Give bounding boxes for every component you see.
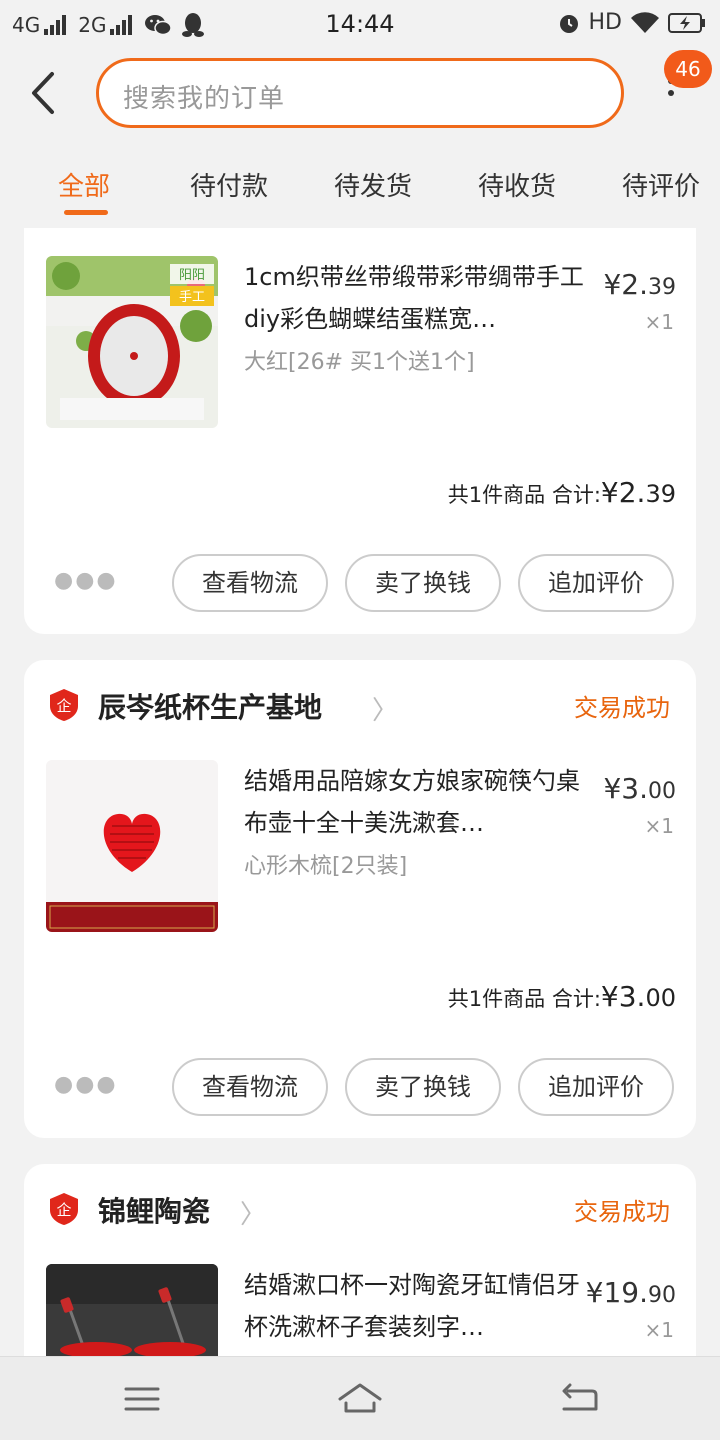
product-price: ¥2.39 [603, 268, 676, 301]
back-icon[interactable] [556, 1379, 604, 1419]
ribbon-product-image: 阳阳 手工 [46, 256, 218, 428]
shop-name[interactable]: 锦鲤陶瓷 [98, 1190, 210, 1230]
product-price: ¥3.00 [603, 772, 676, 805]
wifi-icon [631, 11, 659, 33]
product-quantity: ×1 [644, 1318, 674, 1342]
system-navigation-bar [0, 1356, 720, 1440]
tab-pending-review[interactable]: 待评价 [622, 166, 700, 203]
shop-row[interactable]: 企 辰岑纸杯生产基地 〉 交易成功 [24, 660, 696, 748]
cup-product-image [46, 1264, 218, 1356]
order-summary: 共1件商品 合计:¥3.00 [447, 980, 676, 1013]
product-title[interactable]: 结婚用品陪嫁女方娘家碗筷勺桌布壶十全十美洗漱套… [244, 760, 584, 844]
tab-pending-payment[interactable]: 待付款 [190, 166, 268, 203]
svg-text:手工: 手工 [179, 290, 205, 305]
enterprise-shop-icon: 企 [50, 1193, 78, 1225]
back-arrow-icon[interactable] [22, 68, 68, 118]
order-summary: 共1件商品 合计:¥2.39 [447, 476, 676, 509]
enterprise-shop-icon: 企 [50, 689, 78, 721]
view-logistics-button[interactable]: 查看物流 [172, 554, 328, 612]
product-thumbnail[interactable] [46, 1264, 218, 1356]
view-logistics-button[interactable]: 查看物流 [172, 1058, 328, 1116]
battery-charging-icon [668, 12, 705, 33]
product-spec: 大红[26# 买1个送1个] [244, 350, 475, 375]
more-actions-button[interactable]: ●●● [54, 1072, 118, 1097]
search-placeholder: 搜索我的订单 [123, 84, 286, 114]
sell-button[interactable]: 卖了换钱 [345, 554, 501, 612]
alarm-icon [559, 14, 578, 33]
product-title[interactable]: 1cm织带丝带缎带彩带绸带手工diy彩色蝴蝶结蛋糕宽… [244, 256, 584, 340]
sell-button[interactable]: 卖了换钱 [345, 1058, 501, 1116]
menu-icon[interactable] [118, 1379, 166, 1419]
shop-name[interactable]: 辰岑纸杯生产基地 [98, 686, 322, 726]
product-price: ¥19.90 [585, 1276, 676, 1309]
order-status: 交易成功 [574, 1198, 670, 1226]
product-thumbnail[interactable] [46, 760, 218, 932]
status-bar: 4G 2G 14:44 HD [0, 0, 720, 50]
product-title[interactable]: 结婚漱口杯一对陶瓷牙缸情侣牙杯洗漱杯子套装刻字… [244, 1264, 584, 1348]
order-card[interactable]: 企 锦鲤陶瓷 〉 交易成功 结婚漱口杯一对陶瓷牙缸情侣牙杯洗漱杯子套装刻字… ¥… [24, 1164, 696, 1356]
chevron-right-icon: 〉 [240, 1200, 267, 1230]
svg-text:企: 企 [56, 697, 71, 715]
tab-pending-shipment[interactable]: 待发货 [334, 166, 412, 203]
product-thumbnail[interactable]: 阳阳 手工 [46, 256, 218, 428]
order-card[interactable]: 企 辰岑纸杯生产基地 〉 交易成功 结婚用品陪嫁女方娘家碗筷勺桌布壶十全十美洗漱… [24, 660, 696, 1138]
active-tab-indicator [64, 210, 108, 215]
order-tabs: 全部 待付款 待发货 待收货 待评价 [0, 160, 720, 220]
more-dot-icon [668, 90, 674, 96]
add-review-button[interactable]: 追加评价 [518, 1058, 674, 1116]
home-icon[interactable] [336, 1379, 384, 1419]
product-spec: 心形木梳[2只装] [244, 854, 408, 879]
more-actions-button[interactable]: ●●● [54, 568, 118, 593]
comb-product-image [46, 760, 218, 932]
shop-row[interactable]: 企 锦鲤陶瓷 〉 交易成功 [24, 1164, 696, 1252]
order-status: 交易成功 [574, 694, 670, 722]
message-count-badge: 46 [664, 50, 712, 88]
product-quantity: ×1 [644, 310, 674, 334]
svg-text:企: 企 [56, 1201, 71, 1219]
status-right: HD [557, 10, 706, 35]
search-input[interactable]: 搜索我的订单 [96, 58, 624, 128]
tab-pending-receipt[interactable]: 待收货 [478, 166, 556, 203]
tab-all[interactable]: 全部 [58, 166, 110, 203]
hd-label: HD [588, 10, 622, 35]
chevron-right-icon: 〉 [372, 696, 399, 726]
header: 搜索我的订单 46 [0, 50, 720, 140]
product-quantity: ×1 [644, 814, 674, 838]
svg-text:阳阳: 阳阳 [179, 268, 205, 283]
add-review-button[interactable]: 追加评价 [518, 554, 674, 612]
order-card[interactable]: 阳阳 手工 1cm织带丝带缎带彩带绸带手工diy彩色蝴蝶结蛋糕宽… 大红[26#… [24, 228, 696, 634]
